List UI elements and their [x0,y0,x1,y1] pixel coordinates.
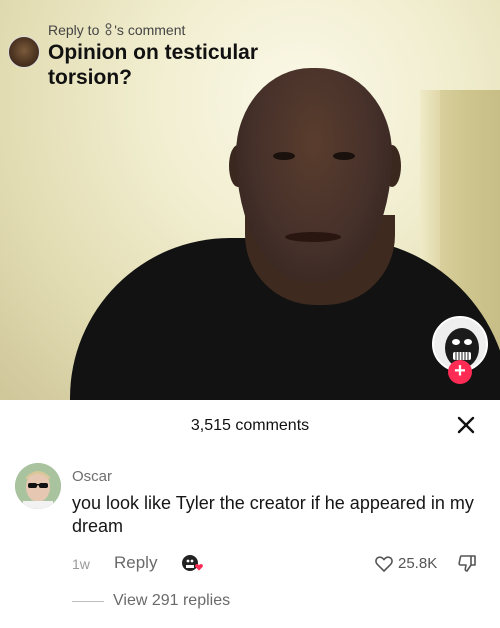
commenter-username[interactable]: Oscar [72,468,112,485]
person-eye-right [333,152,355,160]
comment-time: 1w [72,556,90,572]
like-count: 25.8K [398,555,438,572]
plus-icon: + [454,360,466,382]
close-icon [457,416,475,434]
follow-plus-button[interactable]: + [448,360,472,384]
liked-by-creator-icon [182,555,203,571]
person-eye-left [273,152,295,160]
thumbs-down-icon [458,555,476,572]
dislike-button[interactable] [456,553,478,575]
close-comments-button[interactable] [452,411,480,439]
comment-meta-row: 1w Reply 25.8K [72,553,492,575]
comments-sheet: 3,515 comments Oscar you look like Tyler… [0,400,500,628]
reply-to-suffix: 's comment [114,22,186,38]
reply-to-prefix: Reply to [48,22,100,38]
heart-outline-icon [375,556,393,572]
view-replies-label: View 291 replies [113,592,231,609]
commenter-avatar[interactable] [15,463,61,509]
comments-count: 3,515 comments [190,417,310,434]
comment-text: you look like Tyler the creator if he ap… [72,493,474,536]
reply-button[interactable]: Reply [114,553,157,573]
person-mouth [285,232,341,242]
replied-user-avatar [8,36,40,68]
replied-comment-text: Opinion on testicular torsion? [48,41,259,89]
sparkle-username-icon [105,23,112,36]
replies-divider-line [72,601,104,602]
reply-to-line: Reply to 's comment [48,22,185,38]
commenter-avatar-image [15,463,61,509]
